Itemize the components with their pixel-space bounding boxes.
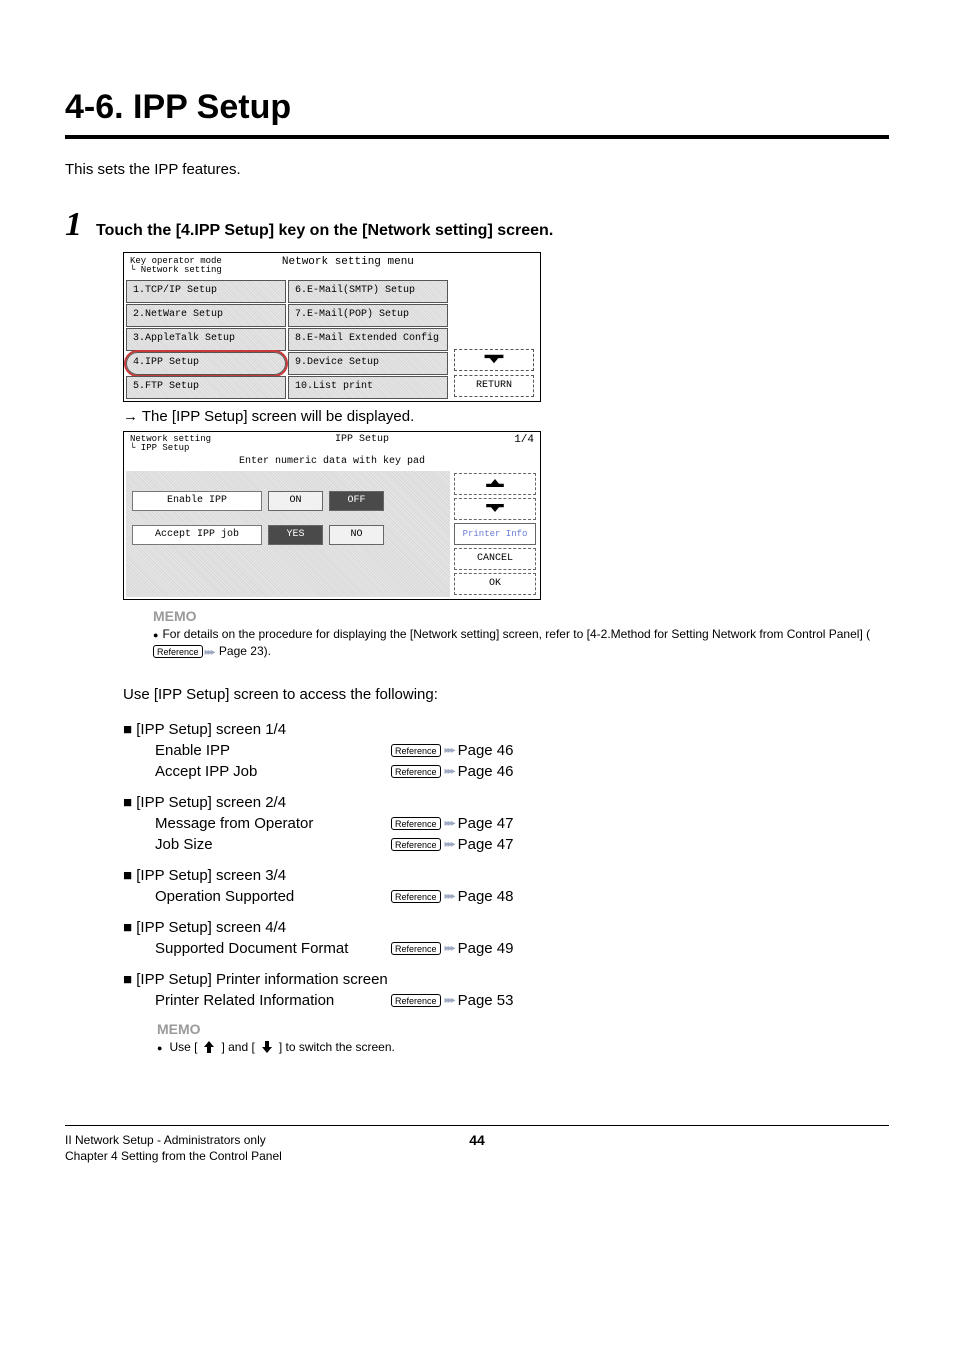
reference-page: Page 49 [458,940,514,957]
menu-item[interactable]: 4.IPP Setup [126,352,286,375]
intro-text: This sets the IPP features. [65,161,889,178]
menu-item[interactable]: 5.FTP Setup [126,376,286,399]
reference-badge: Reference [391,994,441,1007]
up-arrow-icon [200,1039,218,1055]
reference-page: Page 48 [458,888,514,905]
reference-row: Job SizeReference ▸▸▸ Page 47 [123,836,889,853]
panel2-breadcrumb2: └ IPP Setup [130,444,230,453]
reference-label: Job Size [155,836,391,853]
memo2-pre: Use [ [169,1040,197,1054]
ref-arrow-icon: ▸▸▸ [445,943,454,954]
memo2-mid: ] and [ [221,1040,254,1054]
memo2-bullet-icon [157,1040,166,1054]
enable-ipp-on[interactable]: ON [268,491,323,511]
reference-row: Printer Related InformationReference▸▸▸ … [123,992,889,1009]
group-heading: [IPP Setup] Printer information screen [123,971,889,988]
memo-text-a: For details on the procedure for display… [162,627,870,641]
ok-button[interactable]: OK [454,573,536,595]
reference-label: Message from Operator [155,815,391,832]
menu-item[interactable]: 10.List print [288,376,448,399]
menu-item[interactable]: 3.AppleTalk Setup [126,328,286,351]
ref-arrow-icon: ▸▸▸ [445,839,454,850]
reference-row: Supported Document FormatReference ▸▸▸ Pa… [123,940,889,957]
memo2-post: ] to switch the screen. [279,1040,395,1054]
network-setting-screenshot: Key operator mode └ Network setting Netw… [123,252,541,402]
reference-badge: Reference [391,765,441,778]
menu-item[interactable]: 6.E-Mail(SMTP) Setup [288,280,448,303]
step-instruction: Touch the [4.IPP Setup] key on the [Netw… [96,222,553,240]
reference-label: Accept IPP Job [155,763,391,780]
accept-ipp-yes[interactable]: YES [268,525,323,545]
menu-item[interactable]: 9.Device Setup [288,352,448,375]
footer-line1: II Network Setup - Administrators only [65,1132,282,1149]
panel1-down-arrow[interactable] [454,349,534,371]
reference-label: Printer Related Information [155,992,391,1009]
reference-badge: Reference [391,838,441,851]
panel1-title: Network setting menu [222,257,474,276]
menu-item[interactable]: 1.TCP/IP Setup [126,280,286,303]
ref-arrow-icon: ▸▸▸ [445,818,454,829]
reference-badge: Reference [391,744,441,757]
memo2-heading: MEMO [157,1021,889,1037]
ref-arrow-icon: ▸▸▸ [445,995,454,1006]
group-heading: [IPP Setup] screen 2/4 [123,794,889,811]
menu-item[interactable]: 8.E-Mail Extended Config [288,328,448,351]
reference-label: Enable IPP [155,742,391,759]
reference-label: Operation Supported [155,888,391,905]
enable-ipp-off[interactable]: OFF [329,491,384,511]
section-title: 4-6. IPP Setup [65,88,889,127]
menu-item[interactable]: 2.NetWare Setup [126,304,286,327]
reference-badge: Reference [391,890,441,903]
accept-ipp-job-label: Accept IPP job [132,525,262,545]
reference-page: Page 46 [458,742,514,759]
reference-badge: Reference [391,942,441,955]
reference-badge: Reference [391,817,441,830]
panel2-page-indicator: 1/4 [494,435,534,454]
accept-ipp-no[interactable]: NO [329,525,384,545]
breadcrumb-line2: └ Network setting [130,266,222,275]
group-heading: [IPP Setup] screen 4/4 [123,919,889,936]
panel2-title: IPP Setup [230,435,494,446]
reference-row: Accept IPP JobReference ▸▸▸ Page 46 [123,763,889,780]
enable-ipp-label: Enable IPP [132,491,262,511]
reference-page: Page 46 [458,763,514,780]
footer-rule [65,1125,889,1126]
reference-row: Operation SupportedReference ▸▸▸ Page 48 [123,888,889,905]
reference-label: Supported Document Format [155,940,391,957]
footer-line2: Chapter 4 Setting from the Control Panel [65,1148,282,1165]
ipp-setup-screenshot: Network setting └ IPP Setup IPP Setup 1/… [123,431,541,600]
panel2-down-arrow[interactable] [454,498,536,520]
reference-row: Message from OperatorReference ▸▸▸ Page 4… [123,815,889,832]
ref-arrow-icon: ▸▸▸ [445,891,454,902]
reference-page: Page 47 [458,815,514,832]
memo-heading: MEMO [153,608,889,624]
group-heading: [IPP Setup] screen 1/4 [123,721,889,738]
result-text: → The [IPP Setup] screen will be display… [123,408,889,425]
down-arrow-icon [258,1039,276,1055]
menu-item[interactable]: 7.E-Mail(POP) Setup [288,304,448,327]
panel1-return-button[interactable]: RETURN [454,375,534,397]
panel2-up-arrow[interactable] [454,473,536,495]
use-text: Use [IPP Setup] screen to access the fol… [123,686,889,703]
ref-arrow-icon: ▸▸▸ [205,646,214,660]
group-heading: [IPP Setup] screen 3/4 [123,867,889,884]
cancel-button[interactable]: CANCEL [454,548,536,570]
ref-arrow-icon: ▸▸▸ [445,766,454,777]
panel2-subtitle: Enter numeric data with key pad [124,456,540,469]
printer-info-button[interactable]: Printer Info [454,523,536,545]
reference-row: Enable IPPReference ▸▸▸ Page 46 [123,742,889,759]
reference-page: Page 47 [458,836,514,853]
ref-arrow-icon: ▸▸▸ [445,745,454,756]
step-number: 1 [65,208,82,242]
reference-page: Page 53 [458,992,514,1009]
memo-text-b: Page 23). [216,644,271,658]
footer-page-number: 44 [469,1132,485,1148]
title-rule [65,135,889,139]
reference-badge: Reference [153,645,203,658]
